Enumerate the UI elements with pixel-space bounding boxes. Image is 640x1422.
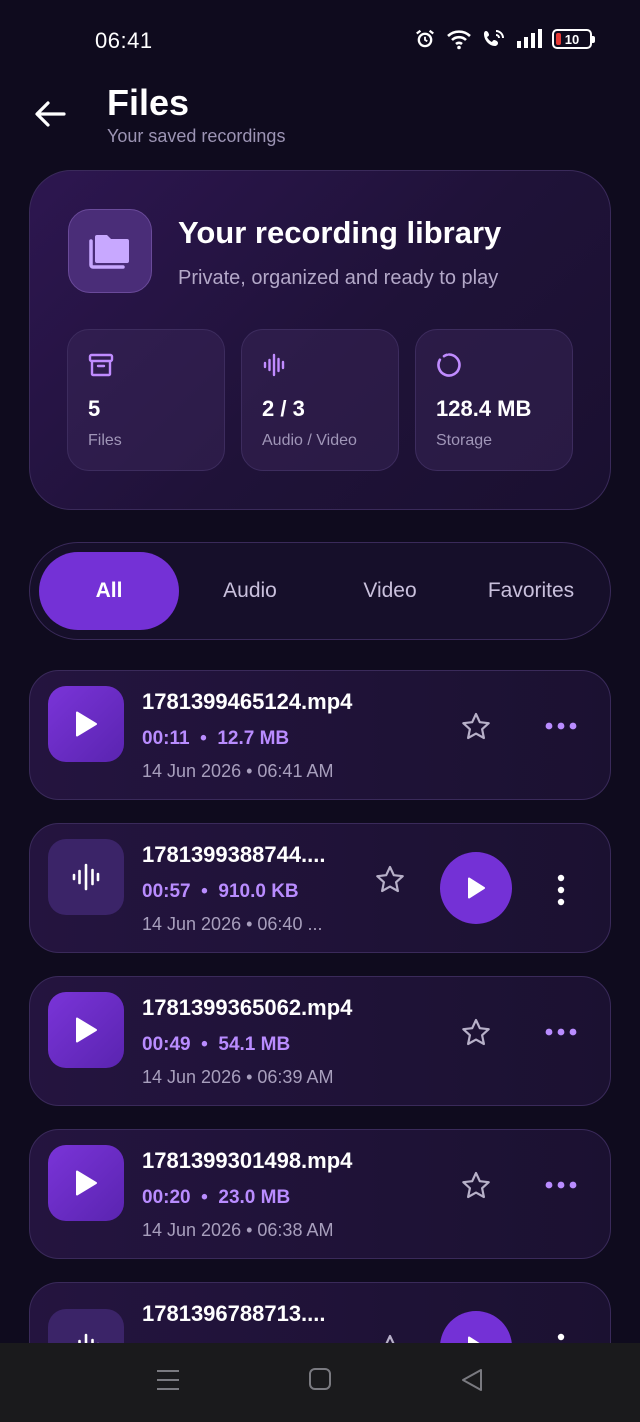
library-card: Your recording library Private, organize… [29,170,611,510]
file-row[interactable]: 1781399301498.mp4 00:20 • 23.0 MB 14 Jun… [29,1129,611,1259]
more-horizontal-icon[interactable] [545,1025,577,1039]
file-meta: 00:49 • 54.1 MB [142,1034,291,1055]
more-horizontal-icon[interactable] [545,719,577,733]
stat-storage-value: 128.4 MB [436,396,532,421]
tab-favorites[interactable]: Favorites [461,552,601,630]
tab-all[interactable]: All [39,552,179,630]
menu-icon[interactable] [155,1367,181,1393]
file-duration: 00:11 [142,728,190,749]
audio-thumb[interactable] [48,839,124,915]
video-thumb[interactable] [48,1145,124,1221]
waveform-icon [263,353,285,377]
arrow-left-icon [35,101,66,127]
file-date: 14 Jun 2026 • 06:38 AM [142,1220,334,1240]
tab-video[interactable]: Video [320,552,460,630]
file-size: 54.1 MB [218,1034,291,1055]
file-meta: 00:11 • 12.7 MB [142,728,290,749]
file-date: 14 Jun 2026 • 06:40 ... [142,914,323,934]
file-size: 910.0 KB [218,881,299,902]
file-list: 1781399465124.mp4 00:11 • 12.7 MB 14 Jun… [29,670,611,1343]
file-name: 1781399301498.mp4 [142,1148,353,1173]
status-bar: 06:41 10 [0,0,640,80]
file-duration: 00:49 [142,1034,191,1055]
play-icon [76,1170,97,1196]
folder-icon-box [68,209,152,293]
home-icon[interactable] [308,1367,332,1391]
file-name: 1781396788713.... [142,1301,326,1326]
storage-ring-icon [437,353,461,377]
play-icon [468,1336,480,1343]
play-icon [76,711,97,737]
stat-audio-video-label: Audio / Video [262,432,357,449]
back-triangle-icon[interactable] [460,1367,484,1393]
star-icon[interactable] [460,1170,492,1202]
stat-audio-video: 2 / 3 Audio / Video [241,329,399,471]
file-meta: 00:57 • 910.0 KB [142,881,299,902]
archive-icon [88,353,114,377]
wifi-call-icon [484,30,504,46]
signal-icon [517,29,542,48]
wifi-icon [447,30,471,50]
more-vertical-icon[interactable] [555,874,567,906]
page-subtitle: Your saved recordings [107,126,286,146]
file-name: 1781399465124.mp4 [142,689,353,714]
waveform-icon [78,1333,99,1343]
tab-audio[interactable]: Audio [180,552,320,630]
battery-level: 10 [564,31,580,47]
stat-files-value: 5 [88,396,101,421]
play-icon [468,877,485,899]
stat-storage: 128.4 MB Storage [415,329,573,471]
battery-icon: 10 [552,29,595,49]
video-thumb[interactable] [48,686,124,762]
audio-thumb[interactable] [48,1309,124,1343]
back-button[interactable] [30,96,70,132]
library-title: Your recording library [178,215,502,250]
play-button[interactable] [440,852,512,924]
status-time: 06:41 [95,28,153,53]
filter-tabs: All Audio Video Favorites [29,542,611,640]
stat-files-label: Files [88,432,122,449]
file-row[interactable]: 1781396788713.... [29,1282,611,1343]
star-icon[interactable] [460,711,492,743]
file-row[interactable]: 1781399465124.mp4 00:11 • 12.7 MB 14 Jun… [29,670,611,800]
file-row[interactable]: 1781399388744.... 00:57 • 910.0 KB 14 Ju… [29,823,611,953]
file-duration: 00:20 [142,1187,191,1208]
star-icon[interactable] [374,1333,406,1343]
header: Files Your saved recordings [0,80,640,160]
star-icon[interactable] [460,1017,492,1049]
file-row[interactable]: 1781399365062.mp4 00:49 • 54.1 MB 14 Jun… [29,976,611,1106]
file-meta: 00:20 • 23.0 MB [142,1187,291,1208]
system-nav-bar [0,1343,640,1422]
more-vertical-icon[interactable] [555,1333,567,1343]
waveform-icon [72,863,100,891]
file-date: 14 Jun 2026 • 06:39 AM [142,1067,334,1087]
play-button[interactable] [440,1311,512,1343]
file-date: 14 Jun 2026 • 06:41 AM [142,761,334,781]
file-name: 1781399388744.... [142,842,326,867]
more-horizontal-icon[interactable] [545,1178,577,1192]
stat-storage-label: Storage [436,432,493,449]
alarm-icon [416,29,434,48]
play-icon [76,1017,97,1043]
folder-icon [89,235,129,269]
page-title: Files [107,82,190,123]
file-size: 12.7 MB [217,728,290,749]
video-thumb[interactable] [48,992,124,1068]
file-duration: 00:57 [142,881,191,902]
status-icons: 10 [414,28,595,50]
star-icon[interactable] [374,864,406,896]
stat-audio-video-value: 2 / 3 [262,396,305,421]
file-name: 1781399365062.mp4 [142,995,353,1020]
library-subtitle: Private, organized and ready to play [178,267,499,289]
stat-files: 5 Files [67,329,225,471]
file-size: 23.0 MB [218,1187,291,1208]
